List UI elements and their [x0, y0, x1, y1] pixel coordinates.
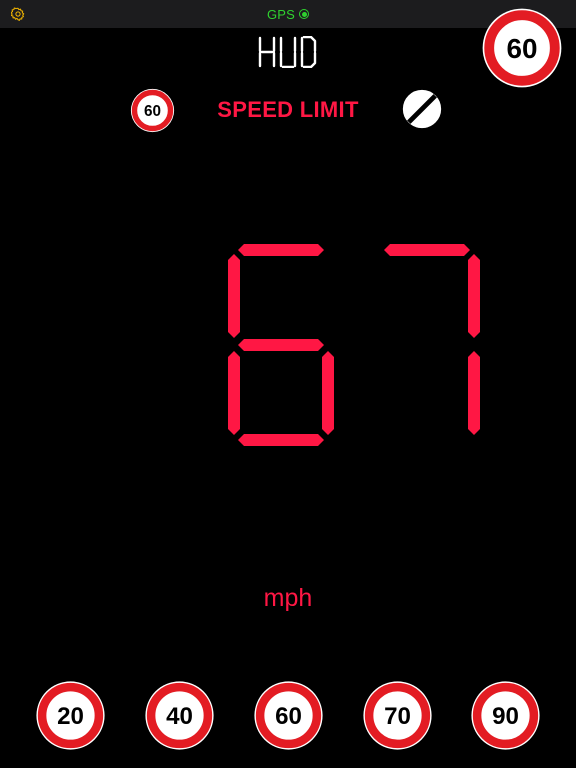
speed-readout	[228, 244, 480, 446]
segment	[228, 351, 240, 435]
segment	[228, 254, 240, 338]
speed-digit-tens	[228, 244, 334, 446]
preset-limit-value: 60	[275, 703, 302, 730]
hud-toggle-button[interactable]	[257, 36, 318, 68]
current-speed-limit-badge[interactable]: 60	[481, 7, 563, 89]
preset-limit-90-button[interactable]: 90	[470, 680, 541, 751]
preset-limit-70-button[interactable]: 70	[362, 680, 433, 751]
speed-limit-sign-small[interactable]: 60	[130, 88, 175, 133]
hud-speedometer-screen: GPS 60 60 SPEED LIMIT mph 20 40 60 70 90	[0, 0, 576, 768]
current-speed-limit-value: 60	[506, 33, 537, 64]
preset-limit-value: 20	[57, 703, 84, 730]
segment	[322, 351, 334, 435]
preset-limit-40-button[interactable]: 40	[144, 680, 215, 751]
speed-unit-label: mph	[263, 584, 313, 612]
segment	[468, 254, 480, 338]
speed-limit-label: SPEED LIMIT	[217, 97, 359, 122]
gps-label: GPS	[266, 6, 296, 22]
segment	[238, 339, 324, 351]
segment	[238, 244, 324, 256]
segment	[384, 244, 470, 256]
speed-digit-units	[384, 244, 480, 435]
segment	[468, 351, 480, 435]
gps-indicator-icon	[299, 9, 310, 19]
preset-limit-60-button[interactable]: 60	[253, 680, 324, 751]
preset-limit-value: 40	[166, 703, 193, 730]
preset-limit-20-button[interactable]: 20	[35, 680, 106, 751]
preset-limit-value: 70	[384, 703, 411, 730]
preset-limit-value: 90	[492, 703, 519, 730]
end-of-speed-limit-icon[interactable]	[400, 87, 444, 131]
segment	[238, 434, 324, 446]
speed-limit-small-value: 60	[144, 103, 161, 120]
